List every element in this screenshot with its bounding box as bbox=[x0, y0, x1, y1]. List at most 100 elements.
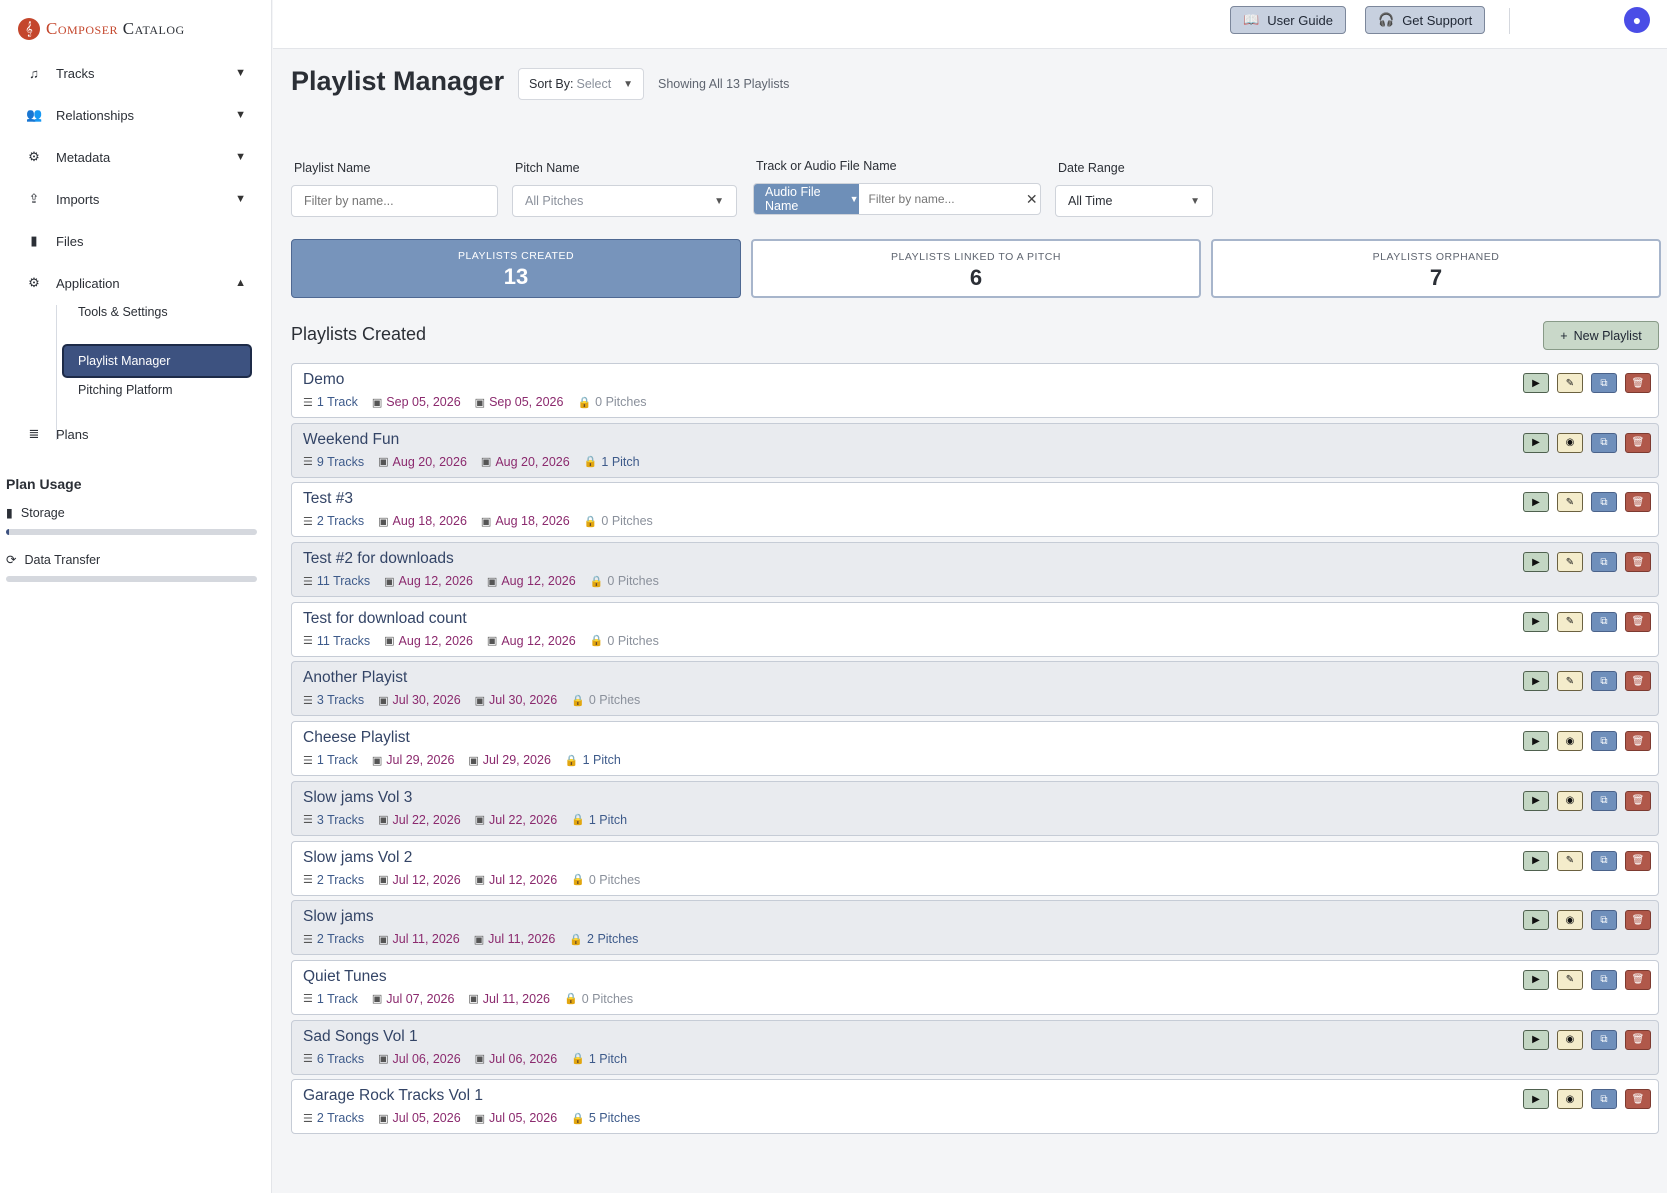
user-avatar-icon[interactable]: ● bbox=[1624, 7, 1650, 33]
clear-icon[interactable]: ✕ bbox=[1024, 184, 1040, 214]
play-button[interactable]: ▶ bbox=[1523, 671, 1549, 692]
delete-button[interactable]: 🗑 bbox=[1625, 492, 1651, 513]
edit-button[interactable]: ✎ bbox=[1557, 969, 1583, 990]
logo[interactable]: 𝄞 Composer Catalog bbox=[18, 18, 185, 40]
playlist-row[interactable]: Test #3 ☰ 2 Tracks ▣ Aug 18, 2026 ▣ Aug 18, 20… bbox=[291, 482, 1659, 538]
duplicate-button[interactable]: ⧉ bbox=[1591, 790, 1617, 811]
sidebar-item-tracks[interactable]: ♫ Tracks ▼ bbox=[26, 62, 246, 84]
play-button[interactable]: ▶ bbox=[1523, 850, 1549, 871]
sort-by-select[interactable]: Sort By: Select ▼ bbox=[518, 68, 644, 100]
play-button[interactable]: ▶ bbox=[1523, 432, 1549, 453]
playlist-name[interactable]: Test #3 bbox=[303, 490, 353, 508]
duplicate-button[interactable]: ⧉ bbox=[1591, 671, 1617, 692]
duplicate-button[interactable]: ⧉ bbox=[1591, 1029, 1617, 1050]
sidebar-item-files[interactable]: ▮ Files bbox=[26, 230, 246, 252]
edit-button[interactable]: ✎ bbox=[1557, 492, 1583, 513]
playlist-row[interactable]: Test for download count ☰ 11 Tracks ▣ Aug 12… bbox=[291, 601, 1659, 657]
view-button[interactable]: ◉ bbox=[1557, 790, 1583, 811]
new-playlist-button[interactable]: + New Playlist bbox=[1543, 321, 1659, 350]
play-button[interactable]: ▶ bbox=[1523, 611, 1549, 632]
playlist-name-input[interactable] bbox=[291, 185, 498, 217]
edit-button[interactable]: ✎ bbox=[1557, 850, 1583, 871]
delete-button[interactable]: 🗑 bbox=[1625, 969, 1651, 990]
view-button[interactable]: ◉ bbox=[1557, 1029, 1583, 1050]
sidebar-item-imports[interactable]: ⇪ Imports ▼ bbox=[26, 188, 246, 210]
playlist-row[interactable]: Another Playist ☰ 3 Tracks ▣ Jul 30, 2026 ▣ Ju… bbox=[291, 661, 1659, 717]
play-button[interactable]: ▶ bbox=[1523, 790, 1549, 811]
play-button[interactable]: ▶ bbox=[1523, 1029, 1549, 1050]
playlist-name[interactable]: Slow jams Vol 2 bbox=[303, 849, 412, 867]
sidebar-item-application[interactable]: ⚙ Application ▲ bbox=[26, 272, 246, 294]
sidebar-item-plans[interactable]: ≣ Plans bbox=[26, 423, 246, 445]
user-guide-button[interactable]: 📖 User Guide bbox=[1230, 6, 1346, 34]
playlist-row[interactable]: Demo ☰ 1 Track ▣ Sep 05, 2026 ▣ Sep 05, 2026 🔒 0… bbox=[291, 363, 1659, 418]
duplicate-button[interactable]: ⧉ bbox=[1591, 910, 1617, 931]
playlist-name[interactable]: Another Playist bbox=[303, 669, 407, 687]
play-button[interactable]: ▶ bbox=[1523, 731, 1549, 752]
track-audio-input[interactable] bbox=[858, 184, 1024, 214]
playlist-row[interactable]: Weekend Fun ☰ 9 Tracks ▣ Aug 20, 2026 ▣ Aug 20… bbox=[291, 422, 1659, 478]
pitch-name-select[interactable]: All Pitches ▼ bbox=[512, 185, 737, 217]
playlist-name[interactable]: Sad Songs Vol 1 bbox=[303, 1028, 418, 1046]
play-button[interactable]: ▶ bbox=[1523, 373, 1549, 393]
play-button[interactable]: ▶ bbox=[1523, 1089, 1549, 1110]
playlist-row[interactable]: Slow jams Vol 3 ☰ 3 Tracks ▣ Jul 22, 2026 ▣ Ju… bbox=[291, 780, 1659, 836]
sidebar-item-metadata[interactable]: ⚙ Metadata ▼ bbox=[26, 146, 246, 168]
sidebar-item-relationships[interactable]: 👥 Relationships ▼ bbox=[26, 104, 246, 126]
duplicate-button[interactable]: ⧉ bbox=[1591, 1089, 1617, 1110]
delete-button[interactable]: 🗑 bbox=[1625, 1029, 1651, 1050]
duplicate-button[interactable]: ⧉ bbox=[1591, 373, 1617, 393]
edit-button[interactable]: ✎ bbox=[1557, 611, 1583, 632]
duplicate-button[interactable]: ⧉ bbox=[1591, 731, 1617, 752]
play-button[interactable]: ▶ bbox=[1523, 492, 1549, 513]
duplicate-button[interactable]: ⧉ bbox=[1591, 492, 1617, 513]
playlist-name[interactable]: Demo bbox=[303, 371, 344, 389]
duplicate-button[interactable]: ⧉ bbox=[1591, 969, 1617, 990]
view-button[interactable]: ◉ bbox=[1557, 731, 1583, 752]
playlist-name[interactable]: Test #2 for downloads bbox=[303, 550, 454, 568]
sidebar-subitem-playlist-manager[interactable]: Playlist Manager bbox=[62, 344, 252, 378]
delete-button[interactable]: 🗑 bbox=[1625, 671, 1651, 692]
playlist-row[interactable]: Quiet Tunes ☰ 1 Track ▣ Jul 07, 2026 ▣ Jul 11,… bbox=[291, 959, 1659, 1015]
playlist-row[interactable]: Cheese Playlist ☰ 1 Track ▣ Jul 29, 2026 ▣ Jul… bbox=[291, 721, 1659, 777]
playlist-name[interactable]: Cheese Playlist bbox=[303, 729, 410, 747]
playlist-name[interactable]: Slow jams bbox=[303, 908, 374, 926]
edit-button[interactable]: ✎ bbox=[1557, 671, 1583, 692]
playlist-name[interactable]: Weekend Fun bbox=[303, 431, 399, 449]
stat-playlists-created[interactable]: PLAYLISTS CREATED 13 bbox=[291, 239, 741, 298]
playlist-row[interactable]: Slow jams ☰ 2 Tracks ▣ Jul 11, 2026 ▣ Jul 11, … bbox=[291, 900, 1659, 956]
sidebar-subitem-tools-settings[interactable]: Tools & Settings bbox=[78, 305, 168, 319]
playlist-name[interactable]: Test for download count bbox=[303, 610, 467, 628]
get-support-button[interactable]: 🎧 Get Support bbox=[1365, 6, 1486, 34]
duplicate-button[interactable]: ⧉ bbox=[1591, 432, 1617, 453]
delete-button[interactable]: 🗑 bbox=[1625, 790, 1651, 811]
view-button[interactable]: ◉ bbox=[1557, 432, 1583, 453]
date-range-select[interactable]: All Time ▼ bbox=[1055, 185, 1213, 217]
delete-button[interactable]: 🗑 bbox=[1625, 731, 1651, 752]
delete-button[interactable]: 🗑 bbox=[1625, 552, 1651, 573]
playlist-name[interactable]: Garage Rock Tracks Vol 1 bbox=[303, 1087, 483, 1105]
delete-button[interactable]: 🗑 bbox=[1625, 373, 1651, 393]
audio-file-name-dropdown[interactable]: Audio File Name ▼ bbox=[754, 184, 859, 214]
sidebar-subitem-pitching-platform[interactable]: Pitching Platform bbox=[78, 383, 172, 397]
delete-button[interactable]: 🗑 bbox=[1625, 611, 1651, 632]
edit-button[interactable]: ✎ bbox=[1557, 552, 1583, 573]
delete-button[interactable]: 🗑 bbox=[1625, 910, 1651, 931]
duplicate-button[interactable]: ⧉ bbox=[1591, 611, 1617, 632]
edit-button[interactable]: ✎ bbox=[1557, 373, 1583, 393]
playlist-row[interactable]: Garage Rock Tracks Vol 1 ☰ 2 Tracks ▣ Jul 05… bbox=[291, 1079, 1659, 1135]
view-button[interactable]: ◉ bbox=[1557, 1089, 1583, 1110]
play-button[interactable]: ▶ bbox=[1523, 552, 1549, 573]
stat-playlists-linked[interactable]: PLAYLISTS LINKED TO A PITCH 6 bbox=[751, 239, 1201, 298]
duplicate-button[interactable]: ⧉ bbox=[1591, 552, 1617, 573]
view-button[interactable]: ◉ bbox=[1557, 910, 1583, 931]
duplicate-button[interactable]: ⧉ bbox=[1591, 850, 1617, 871]
playlist-row[interactable]: Sad Songs Vol 1 ☰ 6 Tracks ▣ Jul 06, 2026 ▣ Ju… bbox=[291, 1019, 1659, 1075]
play-button[interactable]: ▶ bbox=[1523, 969, 1549, 990]
stat-playlists-orphaned[interactable]: PLAYLISTS ORPHANED 7 bbox=[1211, 239, 1661, 298]
play-button[interactable]: ▶ bbox=[1523, 910, 1549, 931]
delete-button[interactable]: 🗑 bbox=[1625, 1089, 1651, 1110]
delete-button[interactable]: 🗑 bbox=[1625, 432, 1651, 453]
delete-button[interactable]: 🗑 bbox=[1625, 850, 1651, 871]
playlist-name[interactable]: Quiet Tunes bbox=[303, 968, 387, 986]
